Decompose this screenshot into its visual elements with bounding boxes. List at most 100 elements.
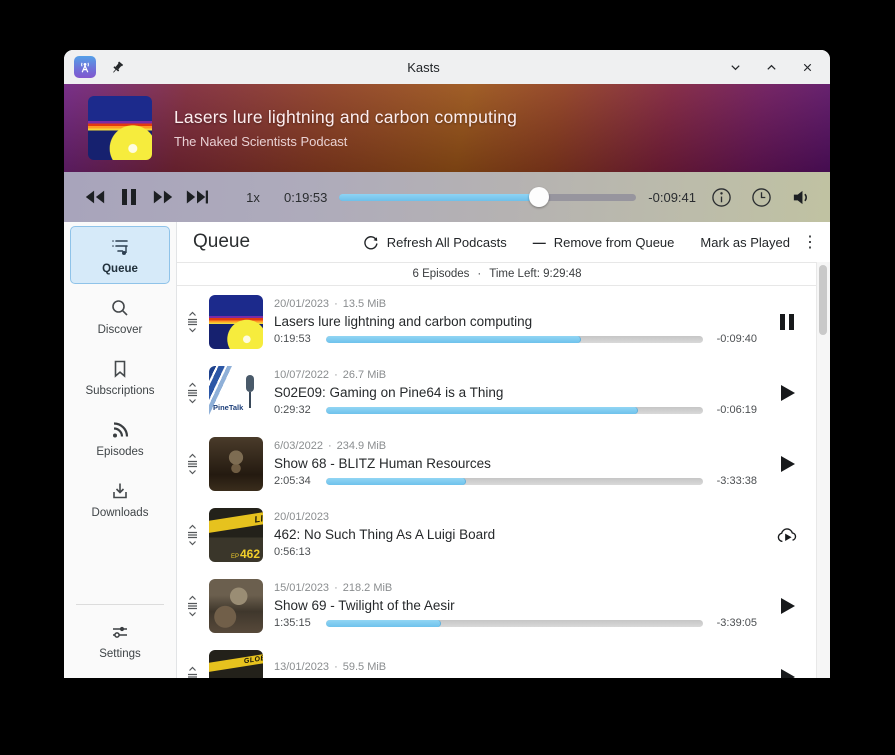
episode-remaining: -3:39:05 [716, 617, 757, 629]
episode-progress-bar [326, 619, 703, 627]
artwork-episode-number: EP462 [230, 546, 260, 561]
seek-handle[interactable] [529, 187, 550, 207]
pin-icon[interactable] [110, 60, 125, 75]
episode-list: 20/01/2023 · 13.5 MiB Lasers lure lightnin… [177, 286, 817, 678]
episode-remaining: -0:09:40 [716, 333, 757, 345]
minimize-button[interactable] [722, 54, 748, 80]
kasts-window: Kasts Lasers lure lightning and carbon c… [64, 50, 830, 678]
sidebar-label-queue: Queue [102, 262, 138, 275]
episode-artwork [209, 294, 263, 349]
dot-separator: · [477, 268, 482, 280]
sidebar-label-episodes: Episodes [96, 445, 144, 458]
microphone-graphic [246, 374, 254, 408]
pause-episode-button[interactable] [765, 312, 809, 332]
sidebar-item-settings[interactable]: Settings [70, 611, 170, 669]
seek-backward-button[interactable] [78, 180, 112, 214]
page-title: Queue [193, 231, 251, 252]
scrollbar[interactable] [816, 262, 830, 678]
player-remaining: -0:09:41 [648, 189, 696, 205]
sidebar-item-discover[interactable]: Discover [70, 287, 170, 345]
episode-date: 13/01/2023 [274, 661, 330, 673]
seek-slider[interactable] [339, 187, 637, 207]
player-position: 0:19:53 [284, 189, 328, 205]
skip-next-button[interactable] [180, 180, 214, 214]
overflow-menu-icon[interactable]: ⋮ [796, 231, 820, 253]
episode-size: 13.5 MiB [342, 298, 387, 310]
stream-episode-icon[interactable] [765, 525, 809, 545]
now-playing-artwork [88, 96, 152, 160]
artwork-text: PineTalk [213, 402, 244, 412]
episode-date: 10/07/2022 [274, 369, 330, 381]
sidebar-item-downloads[interactable]: Downloads [70, 470, 170, 528]
episode-title: Lasers lure lightning and carbon computi… [274, 314, 533, 329]
episode-remaining: -0:06:19 [716, 404, 757, 416]
player-bar: 1x 0:19:53 -0:09:41 [64, 172, 830, 222]
episode-remaining: -3:33:38 [716, 475, 757, 487]
scrollbar-thumb[interactable] [819, 265, 827, 335]
close-button[interactable] [794, 54, 820, 80]
episode-title: Show 69 - Twilight of the Aesir [274, 598, 455, 613]
play-episode-button[interactable] [765, 383, 809, 403]
episode-date: 20/01/2023 [274, 511, 330, 523]
kasts-app-icon [74, 56, 96, 78]
sidebar: Queue Discover Subscriptions Episodes Do… [64, 222, 177, 678]
mark-as-played-button[interactable]: Mark as Played [694, 231, 796, 254]
episode-date: 20/01/2023 [274, 298, 330, 310]
titlebar[interactable]: Kasts [64, 50, 830, 84]
queue-toolbar: Queue Refresh All Podcasts — Remove from… [177, 222, 830, 262]
drag-handle-icon[interactable] [183, 311, 201, 333]
now-playing-header[interactable]: Lasers lure lightning and carbon computi… [64, 84, 830, 172]
episode-count: 6 Episodes [412, 268, 470, 280]
sidebar-item-queue[interactable]: Queue [70, 226, 170, 284]
refresh-all-podcasts-button[interactable]: Refresh All Podcasts [357, 230, 513, 254]
sidebar-item-episodes[interactable]: Episodes [70, 409, 170, 467]
episode-position: 0:29:32 [274, 404, 311, 416]
remove-from-queue-button[interactable]: — Remove from Queue [527, 231, 681, 254]
queue-page: Queue Refresh All Podcasts — Remove from… [177, 222, 830, 678]
episode-row[interactable]: GLOBAL 13/01/2023·59.5 MiB 461: No Such … [177, 641, 817, 678]
episode-progress-bar [326, 335, 703, 343]
playback-speed[interactable]: 1x [240, 190, 266, 205]
drag-handle-icon[interactable] [183, 524, 201, 546]
artwork-banner: GLOBAL [209, 649, 263, 673]
episode-row[interactable]: 6/03/2022 · 234.9 MiB Show 68 - BLITZ Huma… [177, 428, 817, 499]
episode-row[interactable]: 20/01/2023 · 13.5 MiB Lasers lure lightnin… [177, 286, 817, 357]
maximize-button[interactable] [758, 54, 784, 80]
info-icon[interactable] [706, 182, 736, 212]
episode-size: 59.5 MiB [342, 661, 387, 673]
episode-position: 0:19:53 [274, 333, 311, 345]
desktop-background: Kasts Lasers lure lightning and carbon c… [0, 0, 895, 755]
episode-position: 1:35:15 [274, 617, 311, 629]
episode-artwork [209, 578, 263, 633]
drag-handle-icon[interactable] [183, 382, 201, 404]
play-episode-button[interactable] [765, 454, 809, 474]
minus-icon: — [532, 234, 546, 250]
sidebar-label-subscriptions: Subscriptions [85, 384, 155, 397]
seek-forward-button[interactable] [146, 180, 180, 214]
drag-handle-icon[interactable] [183, 453, 201, 475]
window-title: Kasts [407, 59, 440, 75]
drag-handle-icon[interactable] [183, 666, 201, 679]
episode-title: 462: No Such Thing As A Luigi Board [274, 527, 496, 542]
refresh-icon [363, 234, 379, 250]
now-playing-title: Lasers lure lightning and carbon computi… [174, 107, 518, 127]
sidebar-label-settings: Settings [99, 647, 141, 660]
play-episode-button[interactable] [765, 667, 809, 678]
pause-button[interactable] [112, 180, 146, 214]
sidebar-item-subscriptions[interactable]: Subscriptions [70, 348, 170, 406]
sidebar-divider [76, 604, 164, 605]
volume-icon[interactable] [786, 182, 816, 212]
queue-summary: 6 Episodes · Time Left: 9:29:48 [177, 262, 817, 286]
episode-row[interactable]: 15/01/2023 · 218.2 MiB Show 69 - Twilight … [177, 570, 817, 641]
episode-size: 26.7 MiB [342, 369, 387, 381]
drag-handle-icon[interactable] [183, 595, 201, 617]
sleep-timer-icon[interactable] [746, 182, 776, 212]
sidebar-label-downloads: Downloads [91, 506, 149, 519]
artwork-banner: LIVE [209, 507, 263, 534]
time-left: Time Left: 9:29:48 [489, 268, 582, 280]
episode-row[interactable]: PineTalk 10/07/2022 · 26.7 MiB S02E09: Gam… [177, 357, 817, 428]
episode-row[interactable]: LIVE EP462 20/01/2023 462: No Such Thing… [177, 499, 817, 570]
play-episode-button[interactable] [765, 596, 809, 616]
refresh-label: Refresh All Podcasts [386, 234, 507, 250]
download-icon [109, 480, 131, 502]
